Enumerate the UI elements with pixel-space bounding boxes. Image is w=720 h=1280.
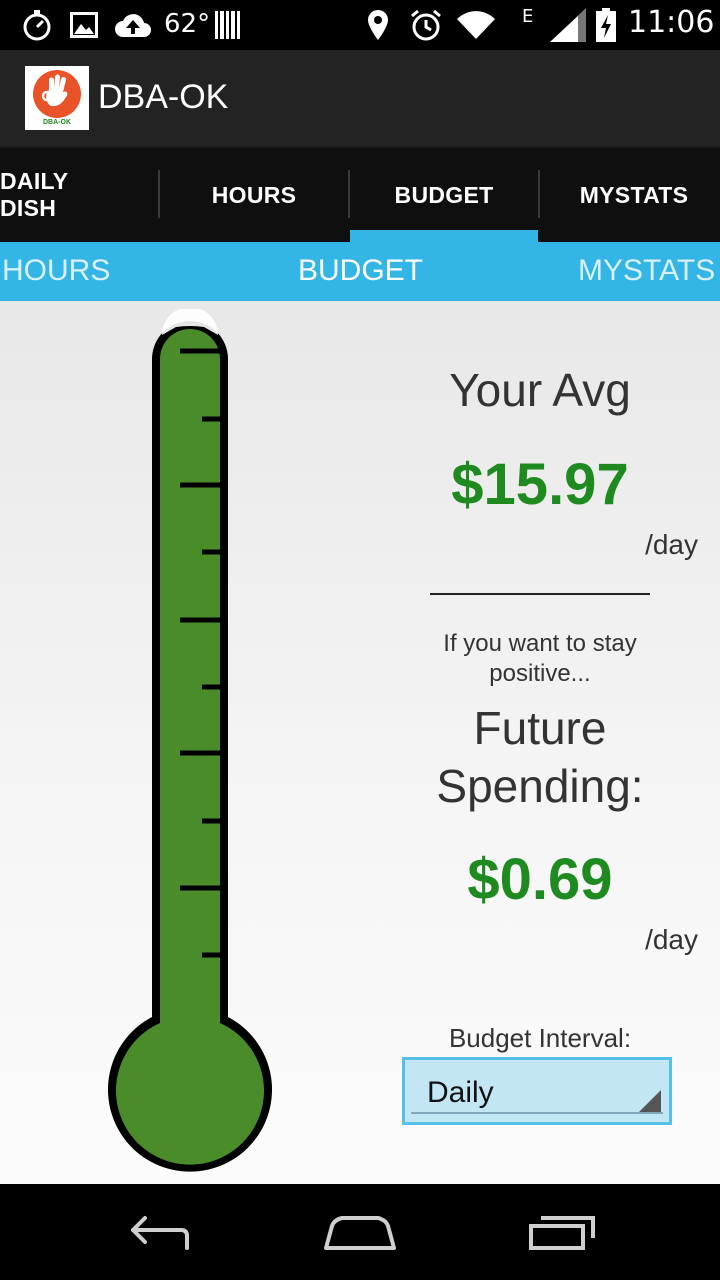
dropdown-arrow-icon <box>639 1090 661 1112</box>
pager-next-label[interactable]: MYSTATS <box>578 254 715 288</box>
status-bar: 62° E 11:06 <box>0 0 720 50</box>
tab-selected-indicator <box>350 230 538 242</box>
image-icon <box>68 6 100 44</box>
your-avg-heading: Your Avg <box>449 364 631 416</box>
future-unit-label: /day <box>645 924 698 955</box>
future-spending-value: $0.69 <box>467 847 613 912</box>
app-logo-icon[interactable]: DBA-OK <box>25 66 89 130</box>
location-icon <box>364 6 392 44</box>
budget-page: Your Avg $15.97 /day If you want to stay… <box>0 301 720 1184</box>
alarm-icon <box>408 6 444 44</box>
stay-positive-text: If you want to stay positive... <box>443 630 637 687</box>
thermometer-fill <box>116 329 264 1165</box>
battery-charging-icon <box>594 6 618 44</box>
future-spending-heading: Future Spending: <box>436 702 644 812</box>
action-bar: DBA-OK DBA-OK <box>0 50 720 148</box>
pager-prev-label[interactable]: HOURS <box>2 254 110 288</box>
recent-apps-icon[interactable] <box>518 1206 608 1258</box>
budget-interval-dropdown[interactable]: Daily <box>402 1057 672 1125</box>
barcode-icon <box>214 6 242 44</box>
tab-budget[interactable]: BUDGET <box>350 148 538 242</box>
avg-spending-value: $15.97 <box>451 452 629 517</box>
app-title: DBA-OK <box>98 78 229 116</box>
stopwatch-icon <box>20 6 54 44</box>
navigation-bar <box>0 1184 720 1280</box>
back-icon[interactable] <box>115 1206 205 1258</box>
tab-hours[interactable]: HOURS <box>160 148 348 242</box>
budget-interval-label: Budget Interval: <box>448 1023 632 1053</box>
section-divider <box>430 593 650 595</box>
signal-icon <box>548 6 588 44</box>
pager-title-strip: HOURS BUDGET MYSTATS <box>0 242 720 301</box>
thermometer-gauge <box>107 309 272 1172</box>
home-icon[interactable] <box>315 1206 405 1258</box>
tab-bar: DAILY DISH HOURS BUDGET MYSTATS <box>0 148 720 242</box>
cloud-upload-icon <box>112 6 154 44</box>
tab-mystats[interactable]: MYSTATS <box>540 148 720 242</box>
tab-daily-dish[interactable]: DAILY DISH <box>0 148 128 242</box>
wifi-icon <box>456 6 496 44</box>
spinner-underline <box>411 1112 663 1114</box>
clock-text: 11:06 <box>628 5 715 40</box>
avg-unit-label: /day <box>645 529 698 560</box>
budget-interval-selected: Daily <box>427 1076 494 1109</box>
pager-current-label: BUDGET <box>298 254 424 287</box>
app-logo-label: DBA-OK <box>43 119 71 126</box>
temperature-text: 62° <box>164 9 211 39</box>
network-type-text: E <box>522 6 534 27</box>
